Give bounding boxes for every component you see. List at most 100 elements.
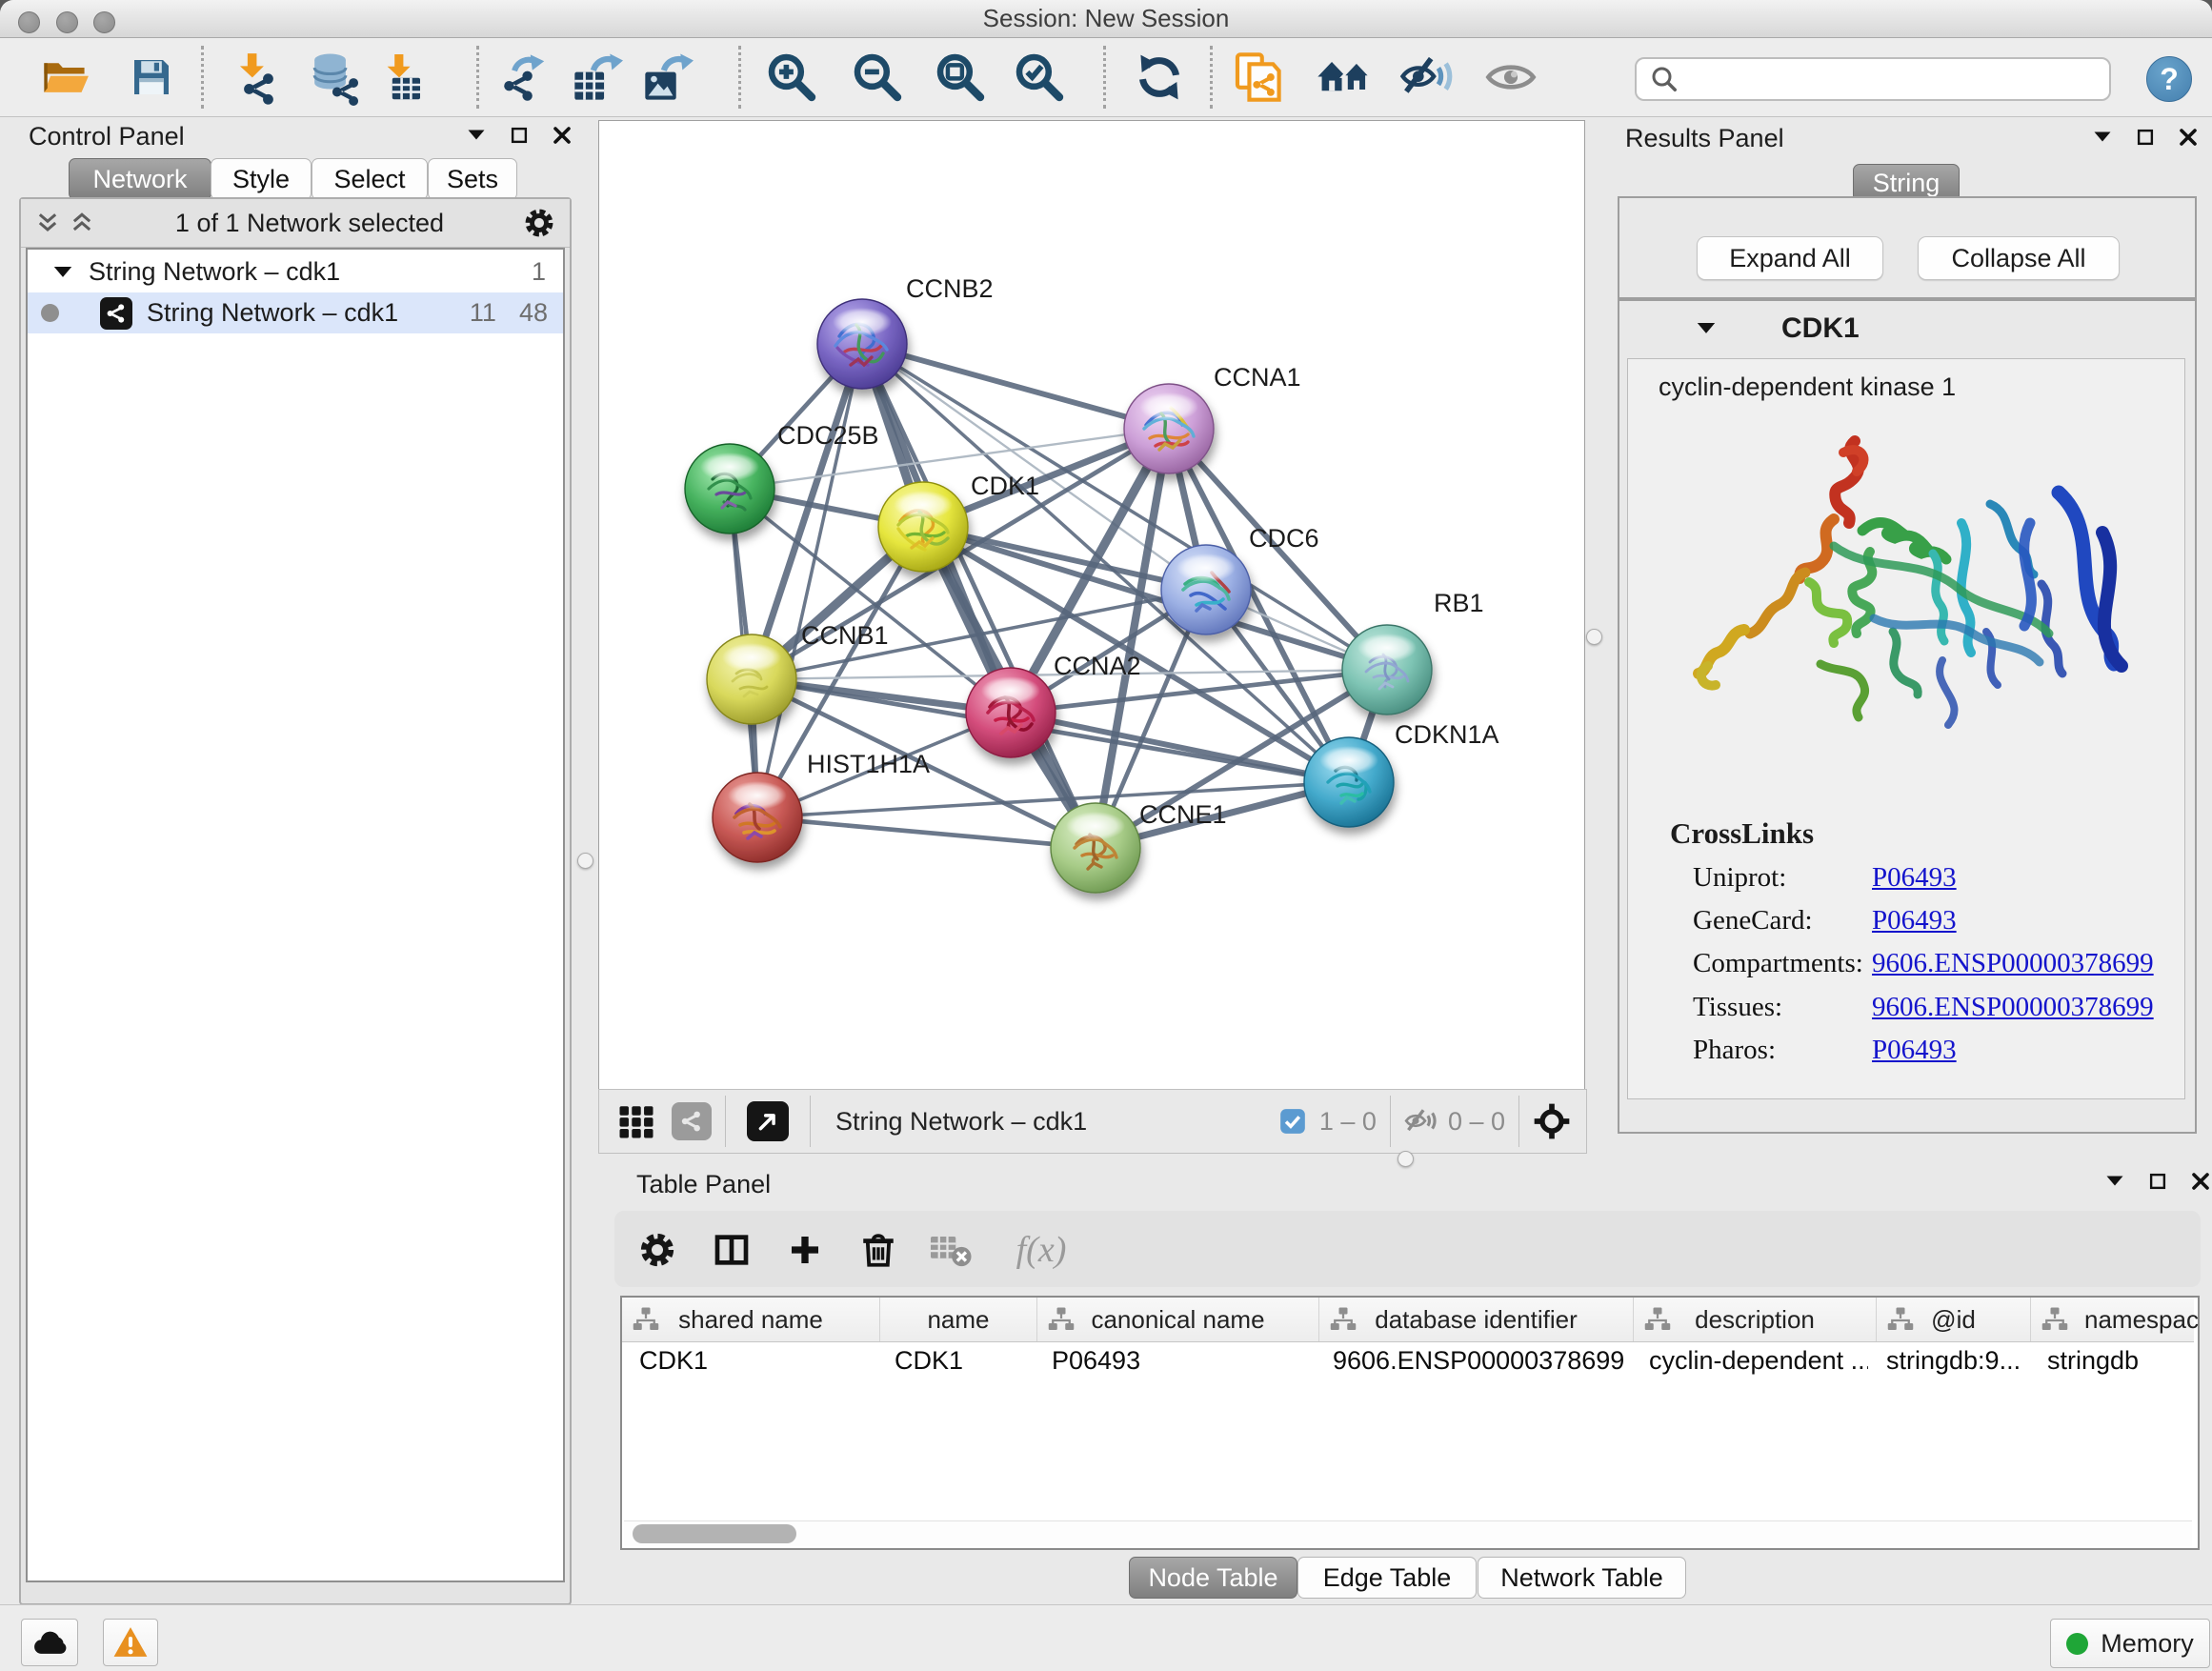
detach-view-icon[interactable] bbox=[747, 1101, 789, 1141]
table-options-gear-icon[interactable] bbox=[635, 1228, 679, 1272]
network-node-ccnb2[interactable] bbox=[817, 299, 907, 389]
column-header-canonical-name[interactable]: canonical name bbox=[1037, 1298, 1319, 1341]
collection-collapse-icon[interactable] bbox=[50, 260, 75, 285]
control-panel-window-controls bbox=[465, 124, 573, 147]
float-panel-icon[interactable] bbox=[2091, 126, 2114, 149]
close-panel-icon[interactable] bbox=[2189, 1170, 2212, 1193]
show-columns-icon[interactable] bbox=[710, 1228, 754, 1272]
network-node-cdc6[interactable] bbox=[1161, 545, 1251, 634]
hide-selected-icon[interactable] bbox=[1398, 50, 1454, 105]
float-panel-icon[interactable] bbox=[2103, 1170, 2126, 1193]
network-collection-row[interactable]: String Network – cdk1 1 bbox=[28, 252, 563, 292]
import-table-icon[interactable] bbox=[375, 50, 431, 105]
cell-description[interactable]: cyclin-dependent ... bbox=[1649, 1342, 1868, 1379]
network-node-hist1h1a[interactable] bbox=[713, 773, 802, 862]
import-network-file-icon[interactable] bbox=[229, 50, 284, 105]
network-node-cdc25b[interactable] bbox=[685, 444, 774, 534]
search-input[interactable] bbox=[1688, 65, 2109, 94]
cell-name[interactable]: CDK1 bbox=[895, 1342, 1028, 1379]
close-panel-icon[interactable] bbox=[551, 124, 573, 147]
crosslink-genecard[interactable]: P06493 bbox=[1872, 905, 1957, 936]
column-header-name[interactable]: name bbox=[880, 1298, 1037, 1341]
tab-edge-table[interactable]: Edge Table bbox=[1297, 1557, 1477, 1599]
tab-select[interactable]: Select bbox=[312, 158, 428, 200]
network-node-cdk1[interactable] bbox=[878, 482, 968, 572]
crosslink-row: Uniprot: P06493 bbox=[1628, 862, 2184, 906]
scrollbar-thumb[interactable] bbox=[633, 1524, 796, 1543]
add-column-icon[interactable] bbox=[783, 1228, 827, 1272]
network-row-selected[interactable]: String Network – cdk1 11 48 bbox=[28, 292, 563, 333]
export-network-icon[interactable] bbox=[494, 50, 550, 105]
application-window: Session: New Session ? Control Panel bbox=[0, 0, 2212, 1671]
network-node-count: 11 bbox=[470, 298, 496, 328]
refresh-view-icon[interactable] bbox=[1132, 50, 1187, 105]
import-network-database-icon[interactable] bbox=[309, 50, 364, 105]
horizontal-scrollbar[interactable] bbox=[624, 1520, 2192, 1546]
gene-header-row[interactable]: CDK1 bbox=[1619, 301, 2195, 356]
memory-button[interactable]: Memory bbox=[2050, 1619, 2210, 1668]
column-header-description[interactable]: description bbox=[1634, 1298, 1877, 1341]
column-header-namespace[interactable]: namespace bbox=[2031, 1298, 2200, 1341]
center-view-icon[interactable] bbox=[1533, 1102, 1571, 1140]
float-panel-icon[interactable] bbox=[465, 124, 488, 147]
crosslink-tissues[interactable]: 9606.ENSP00000378699 bbox=[1872, 992, 2154, 1023]
cloud-status-button[interactable] bbox=[21, 1619, 78, 1666]
crosslink-uniprot[interactable]: P06493 bbox=[1872, 862, 1957, 894]
network-node-ccne1[interactable] bbox=[1051, 803, 1140, 893]
column-header-id[interactable]: @id bbox=[1877, 1298, 2031, 1341]
show-all-icon[interactable] bbox=[1483, 50, 1538, 105]
network-canvas[interactable]: CCNB2 CCNA1 CDC25B CDK1 CDC6 RB1 CCNB1 C… bbox=[598, 120, 1585, 1090]
cell-shared-name[interactable]: CDK1 bbox=[639, 1342, 868, 1379]
network-node-ccnb1[interactable] bbox=[707, 634, 796, 724]
warnings-button[interactable] bbox=[103, 1619, 158, 1666]
gene-description: cyclin-dependent kinase 1 bbox=[1659, 372, 1956, 402]
network-node-cdkn1a[interactable] bbox=[1304, 737, 1394, 827]
close-panel-icon[interactable] bbox=[2177, 126, 2200, 149]
cell-canonical-name[interactable]: P06493 bbox=[1052, 1342, 1309, 1379]
toolbar-search bbox=[1635, 57, 2111, 101]
expand-all-icon[interactable] bbox=[69, 210, 95, 236]
warning-icon bbox=[112, 1624, 149, 1661]
node-label: CCNA2 bbox=[1054, 652, 1141, 680]
collapse-all-icon[interactable] bbox=[34, 210, 61, 236]
collapse-all-button[interactable]: Collapse All bbox=[1918, 236, 2120, 280]
network-overview-icon[interactable] bbox=[672, 1102, 712, 1140]
network-options-gear-icon[interactable] bbox=[524, 208, 554, 238]
table-panel-title: Table Panel bbox=[636, 1170, 771, 1199]
tab-network-table[interactable]: Network Table bbox=[1478, 1557, 1686, 1599]
zoom-out-icon[interactable] bbox=[850, 50, 905, 105]
save-session-icon[interactable] bbox=[124, 50, 179, 105]
tab-node-table[interactable]: Node Table bbox=[1129, 1557, 1297, 1599]
cell-database-identifier[interactable]: 9606.ENSP00000378699 bbox=[1333, 1342, 1623, 1379]
column-header-shared-name[interactable]: shared name bbox=[622, 1298, 880, 1341]
network-node-ccna1[interactable] bbox=[1124, 384, 1214, 473]
maximize-panel-icon[interactable] bbox=[509, 125, 530, 146]
maximize-panel-icon[interactable] bbox=[2147, 1171, 2168, 1192]
birds-eye-grid-icon[interactable] bbox=[616, 1101, 656, 1141]
delete-column-trash-icon[interactable] bbox=[856, 1228, 900, 1272]
zoom-selected-icon[interactable] bbox=[1012, 50, 1067, 105]
collapse-gene-icon[interactable] bbox=[1694, 316, 1719, 341]
crosslink-compartments[interactable]: 9606.ENSP00000378699 bbox=[1872, 948, 2154, 979]
clone-network-icon[interactable] bbox=[1231, 50, 1286, 105]
zoom-fit-icon[interactable] bbox=[933, 50, 988, 105]
crosslink-pharos[interactable]: P06493 bbox=[1872, 1035, 1957, 1066]
maximize-panel-icon[interactable] bbox=[2135, 127, 2156, 148]
export-image-icon[interactable] bbox=[640, 50, 695, 105]
left-split-handle[interactable] bbox=[577, 853, 593, 869]
zoom-in-icon[interactable] bbox=[764, 50, 819, 105]
first-neighbors-icon[interactable] bbox=[1317, 50, 1372, 105]
column-header-database-identifier[interactable]: database identifier bbox=[1319, 1298, 1634, 1341]
tab-sets[interactable]: Sets bbox=[428, 158, 517, 200]
tab-style[interactable]: Style bbox=[211, 158, 312, 200]
help-button[interactable]: ? bbox=[2146, 56, 2192, 102]
tab-network[interactable]: Network bbox=[69, 158, 211, 200]
cell-namespace[interactable]: stringdb bbox=[2047, 1342, 2190, 1379]
network-node-rb1[interactable] bbox=[1342, 625, 1432, 715]
export-table-icon[interactable] bbox=[570, 50, 625, 105]
cell-id[interactable]: stringdb:9... bbox=[1886, 1342, 2020, 1379]
network-node-ccna2[interactable] bbox=[966, 668, 1056, 757]
open-session-icon[interactable] bbox=[37, 50, 92, 105]
expand-all-button[interactable]: Expand All bbox=[1697, 236, 1883, 280]
function-builder-icon: f(x) bbox=[1003, 1228, 1079, 1272]
